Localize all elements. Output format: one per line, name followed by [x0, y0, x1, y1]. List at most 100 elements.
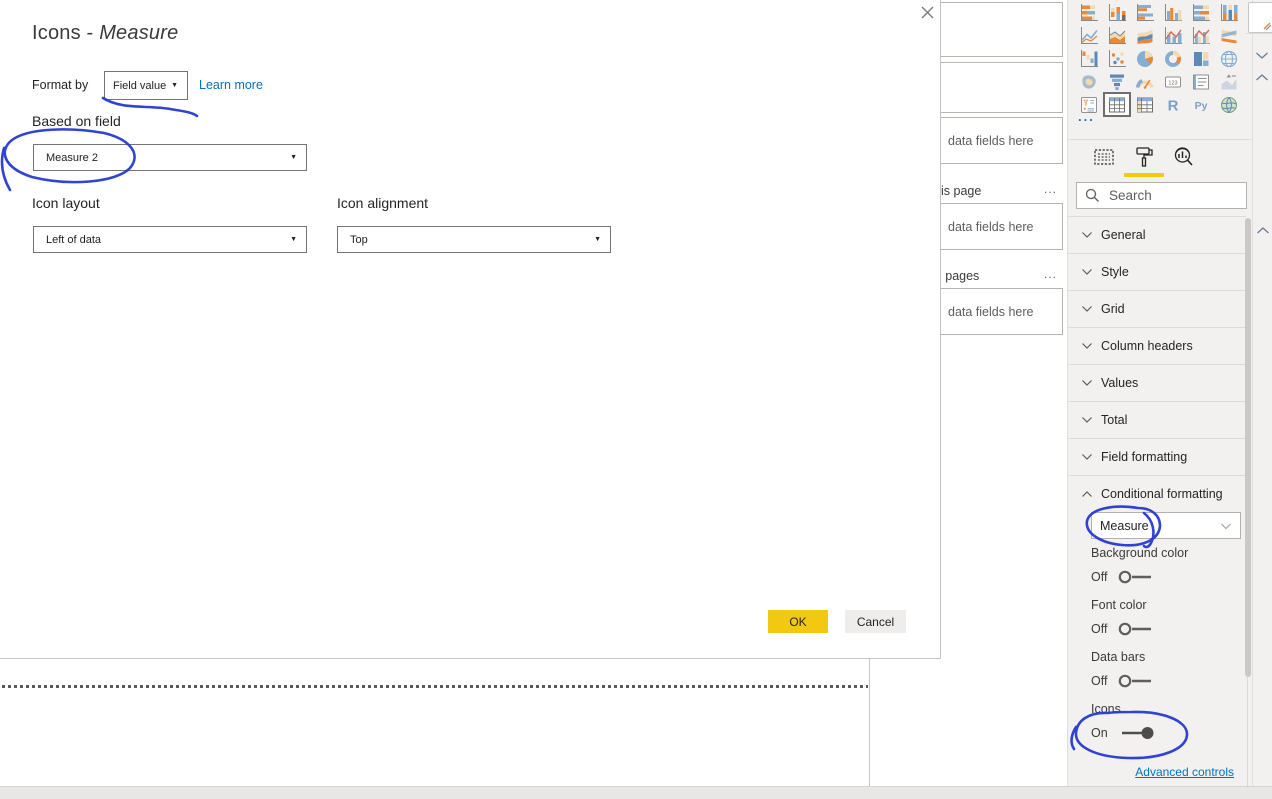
dialog-title: Icons - Measure	[32, 22, 178, 45]
viz-icon-filled-map[interactable]	[1077, 71, 1101, 92]
viz-icon-multi-row-card[interactable]	[1189, 71, 1213, 92]
tab-format[interactable]	[1130, 146, 1158, 172]
filter-well[interactable]	[932, 62, 1063, 113]
viz-icon-pie-chart[interactable]	[1133, 48, 1157, 69]
format-sections-list: GeneralStyleGridColumn headersValuesTota…	[1068, 216, 1246, 512]
learn-more-link[interactable]: Learn more	[199, 78, 263, 92]
viz-icon-r-script[interactable]: R	[1161, 94, 1185, 115]
icon-alignment-dropdown[interactable]: Top ▼	[337, 226, 611, 253]
viz-icon-100-stacked-column-chart[interactable]	[1217, 2, 1241, 23]
viz-icon-card[interactable]: 123	[1161, 71, 1185, 92]
cf-toggle-row[interactable]: Off	[1091, 569, 1241, 585]
toggle-off[interactable]	[1117, 621, 1157, 637]
viz-icon-ribbon-chart[interactable]	[1217, 25, 1241, 46]
viz-icon-table[interactable]	[1105, 94, 1129, 115]
icons-measure-dialog: Icons - Measure Format by Field value ▼ …	[0, 0, 941, 659]
format-section-grid[interactable]: Grid	[1068, 290, 1246, 327]
viz-icon-line-and-clustered-column-chart[interactable]	[1189, 25, 1213, 46]
more-visuals-button[interactable]: ...	[1078, 112, 1095, 122]
svg-text:123: 123	[1168, 80, 1177, 86]
conditional-formatting-field-value: Measure	[1092, 519, 1149, 533]
icon-alignment-label: Icon alignment	[337, 195, 428, 211]
based-on-field-label: Based on field	[32, 113, 121, 129]
format-section-style[interactable]: Style	[1068, 253, 1246, 290]
viz-icon-clustered-bar-chart[interactable]	[1133, 2, 1157, 23]
conditional-formatting-field-dropdown[interactable]: Measure	[1091, 512, 1241, 539]
format-section-values[interactable]: Values	[1068, 364, 1246, 401]
filters-all-pages-more-icon[interactable]: ...	[1044, 267, 1057, 281]
close-icon[interactable]	[917, 2, 937, 22]
toggle-state-label: On	[1091, 726, 1111, 740]
filter-well[interactable]	[932, 2, 1063, 57]
icon-layout-dropdown[interactable]: Left of data ▼	[33, 226, 307, 253]
scroll-up-chevron-icon[interactable]	[1255, 224, 1271, 236]
search-box[interactable]	[1076, 182, 1247, 209]
chevron-up-icon[interactable]	[1254, 71, 1270, 83]
fields-list-icon	[1093, 147, 1115, 172]
based-on-field-dropdown[interactable]: Measure 2 ▼	[33, 144, 307, 171]
cropped-chart-fragment-icon	[1249, 3, 1272, 32]
viz-icon-matrix[interactable]	[1133, 94, 1157, 115]
viz-icon-clustered-column-chart[interactable]	[1161, 2, 1185, 23]
viz-icon-scatter-chart[interactable]	[1105, 48, 1129, 69]
viz-icon-kpi[interactable]	[1217, 71, 1241, 92]
viz-icon-100-stacked-bar-chart[interactable]	[1189, 2, 1213, 23]
format-by-dropdown[interactable]: Field value ▼	[104, 71, 188, 100]
viz-icon-line-chart[interactable]	[1077, 25, 1101, 46]
ok-button[interactable]: OK	[768, 610, 828, 633]
filter-drop-placeholder: data fields here	[933, 305, 1033, 319]
viz-icon-line-and-stacked-column-chart[interactable]	[1161, 25, 1185, 46]
filters-this-page-more-icon[interactable]: ...	[1044, 182, 1057, 196]
svg-text:R: R	[1168, 97, 1179, 114]
format-section-field-formatting[interactable]: Field formatting	[1068, 438, 1246, 475]
format-section-column-headers[interactable]: Column headers	[1068, 327, 1246, 364]
filter-drop-well[interactable]: data fields here	[932, 288, 1063, 335]
format-pane-scrollbar[interactable]	[1245, 218, 1251, 677]
filter-drop-well[interactable]: data fields here	[932, 117, 1063, 164]
viz-icon-map[interactable]	[1217, 48, 1241, 69]
viz-icon-stacked-column-chart[interactable]	[1105, 2, 1129, 23]
caret-down-icon: ▼	[594, 236, 610, 243]
advanced-controls-link[interactable]: Advanced controls	[1135, 765, 1234, 779]
toggle-off[interactable]	[1117, 673, 1157, 689]
cf-group-font-color: Font colorOff	[1091, 598, 1241, 637]
format-section-conditional-formatting[interactable]: Conditional formatting	[1068, 475, 1246, 512]
toggle-state-label: Off	[1091, 674, 1111, 688]
chevron-down-icon	[1081, 231, 1093, 239]
search-input[interactable]	[1107, 187, 1231, 204]
viz-icon-arcgis-map[interactable]	[1217, 94, 1241, 115]
viz-icon-gauge[interactable]	[1133, 71, 1157, 92]
format-section-total[interactable]: Total	[1068, 401, 1246, 438]
collapsed-pane-strip	[1252, 0, 1272, 786]
analytics-magnifier-icon	[1172, 145, 1196, 174]
viz-icon-funnel[interactable]	[1105, 71, 1129, 92]
viz-icon-treemap[interactable]	[1189, 48, 1213, 69]
tab-analytics[interactable]	[1170, 146, 1198, 172]
cancel-button[interactable]: Cancel	[845, 610, 906, 633]
caret-down-icon: ▼	[290, 236, 306, 243]
tab-fields[interactable]	[1090, 146, 1118, 172]
filter-drop-placeholder: data fields here	[933, 134, 1033, 148]
caret-down-icon: ▼	[290, 154, 306, 161]
filter-drop-well[interactable]: data fields here	[932, 203, 1063, 250]
conditional-formatting-toggles: Background colorOffFont colorOffData bar…	[1091, 546, 1241, 754]
chevron-up-icon	[1081, 490, 1093, 498]
viz-icon-python-script[interactable]: Py	[1189, 94, 1213, 115]
viz-icon-donut-chart[interactable]	[1161, 48, 1185, 69]
toggle-off[interactable]	[1117, 569, 1157, 585]
cf-group-background-color: Background colorOff	[1091, 546, 1241, 585]
icon-alignment-value: Top	[338, 234, 368, 246]
cf-toggle-row[interactable]: Off	[1091, 673, 1241, 689]
format-section-general[interactable]: General	[1068, 216, 1246, 253]
cf-toggle-row[interactable]: Off	[1091, 621, 1241, 637]
viz-icon-stacked-bar-chart[interactable]	[1077, 2, 1101, 23]
viz-icon-area-chart[interactable]	[1105, 25, 1129, 46]
chevron-down-icon	[1081, 342, 1093, 350]
toggle-on[interactable]	[1117, 725, 1157, 741]
format-by-value: Field value	[105, 80, 166, 92]
cf-toggle-row[interactable]: On	[1091, 725, 1241, 741]
viz-icon-waterfall-chart[interactable]	[1077, 48, 1101, 69]
chevron-down-icon[interactable]	[1254, 49, 1270, 61]
icon-layout-label: Icon layout	[32, 195, 100, 211]
viz-icon-stacked-area-chart[interactable]	[1133, 25, 1157, 46]
